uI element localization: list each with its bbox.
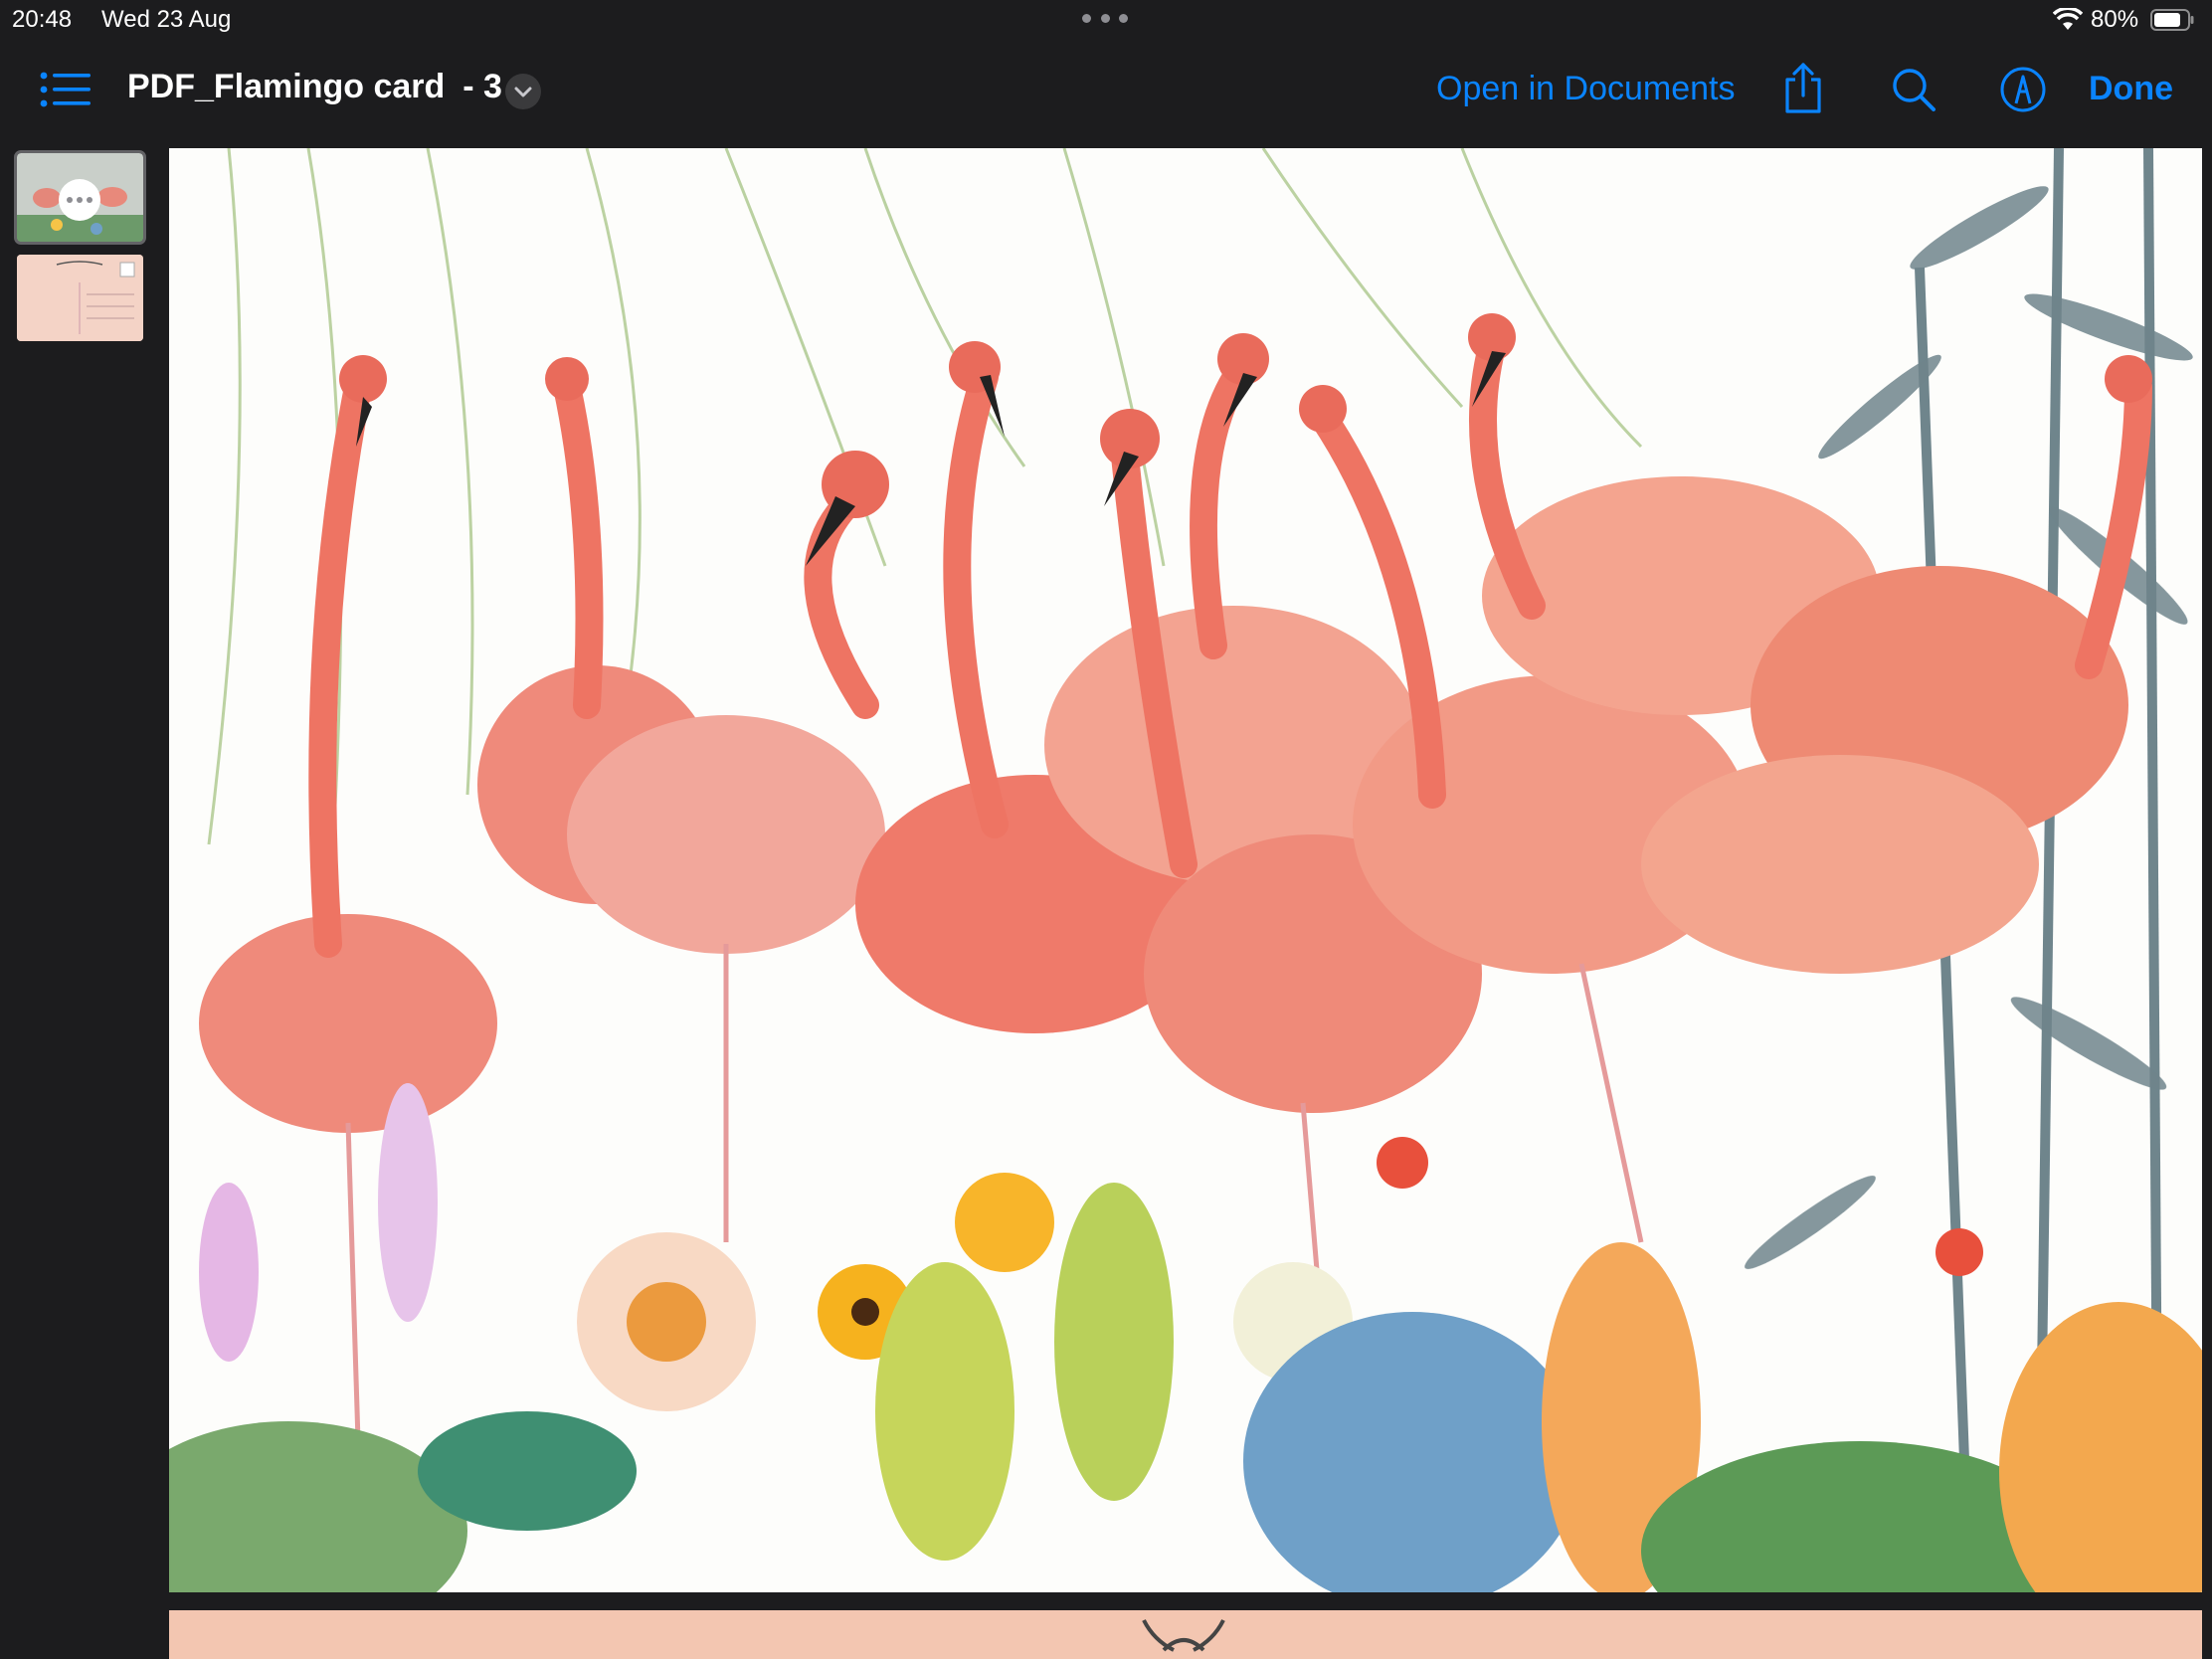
status-date: Wed 23 Aug bbox=[101, 6, 232, 33]
search-icon[interactable] bbox=[1890, 66, 1937, 113]
document-version: - 3 bbox=[462, 68, 502, 105]
page-2-preview bbox=[169, 1610, 2202, 1659]
markup-pen-icon[interactable] bbox=[1999, 66, 2047, 113]
more-options-icon[interactable] bbox=[59, 179, 100, 221]
pdf-page-2 bbox=[169, 1610, 2202, 1659]
done-button[interactable]: Done bbox=[2089, 70, 2173, 108]
open-in-documents-button[interactable]: Open in Documents bbox=[1436, 70, 1736, 108]
page-thumbnail-2[interactable] bbox=[17, 255, 143, 341]
flamingo-illustration bbox=[169, 148, 2202, 1592]
status-time: 20:48 bbox=[12, 6, 73, 33]
list-icon[interactable] bbox=[40, 68, 92, 111]
thumbnail-image bbox=[17, 255, 143, 341]
document-name: PDF_Flamingo card bbox=[127, 68, 446, 105]
pdf-page-1 bbox=[169, 148, 2202, 1592]
page-thumbnails-sidebar bbox=[0, 141, 161, 1659]
page-thumbnail-1[interactable] bbox=[14, 150, 146, 245]
document-viewer[interactable] bbox=[161, 141, 2212, 1659]
battery-icon bbox=[2150, 9, 2194, 31]
chevron-down-icon[interactable] bbox=[505, 74, 541, 109]
share-icon[interactable] bbox=[1780, 62, 1826, 115]
status-bar: 20:48 Wed 23 Aug 80% bbox=[0, 0, 2212, 40]
document-title[interactable]: PDF_Flamingo card - 3 bbox=[127, 68, 502, 106]
multitasking-dots-icon[interactable] bbox=[1082, 14, 1128, 24]
navigation-bar: PDF_Flamingo card - 3 Open in Documents D… bbox=[0, 40, 2212, 142]
battery-percent: 80% bbox=[2091, 6, 2139, 33]
wifi-icon bbox=[2053, 8, 2083, 30]
